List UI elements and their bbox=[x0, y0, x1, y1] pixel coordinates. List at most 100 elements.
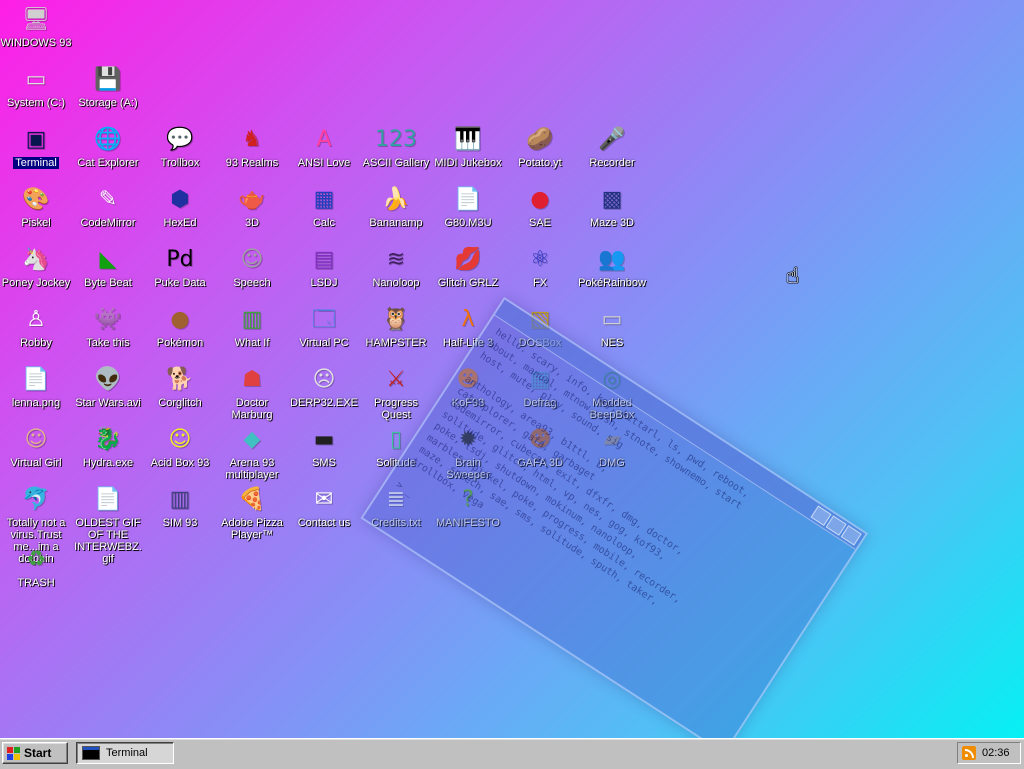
trash-icon[interactable]: ♻ TRASH bbox=[0, 544, 72, 589]
taskbar: Start Terminal 02:36 bbox=[0, 738, 1024, 769]
potato-yt-icon[interactable]: 🥔 Potato.yt bbox=[504, 124, 576, 169]
desktop-icon-label: SIM 93 bbox=[162, 517, 198, 529]
byte-beat-glyph-icon: ◣ bbox=[99, 247, 117, 272]
pokemon-glyph-icon: ● bbox=[170, 307, 190, 332]
piskel-icon[interactable]: 🎨 Piskel bbox=[0, 184, 72, 229]
desktop-icon-label: Virtual PC bbox=[299, 337, 349, 349]
adobe-pizza-player-icon[interactable]: 🍕 Adobe Pizza Player™ bbox=[216, 484, 288, 541]
fx-icon[interactable]: ⚛ FX bbox=[504, 244, 576, 289]
system-c-icon[interactable]: ▭ System (C:) bbox=[0, 64, 72, 109]
sms-icon[interactable]: ▬ SMS bbox=[288, 424, 360, 469]
desktop-icon-label: Acid Box 93 bbox=[150, 457, 210, 469]
ansi-love-icon[interactable]: A ANSI Love bbox=[288, 124, 360, 169]
byte-beat-icon[interactable]: ◣ Byte Beat bbox=[72, 244, 144, 289]
desktop-icon-label: What If bbox=[234, 337, 270, 349]
93-realms-icon[interactable]: ♞ 93 Realms bbox=[216, 124, 288, 169]
terminal-glyph-icon: ▣ bbox=[25, 127, 47, 152]
contact-us-icon[interactable]: ✉ Contact us bbox=[288, 484, 360, 529]
puke-data-icon[interactable]: Pd Puke Data bbox=[144, 244, 216, 289]
sae-icon[interactable]: ● SAE bbox=[504, 184, 576, 229]
start-button[interactable]: Start bbox=[2, 742, 68, 764]
hampster-icon[interactable]: 🦉 HAMPSTER bbox=[360, 304, 432, 349]
nanoloop-icon[interactable]: ≋ Nanoloop bbox=[360, 244, 432, 289]
derp32-exe-glyph-icon: ☹ bbox=[312, 367, 336, 392]
midi-jukebox-icon[interactable]: 🎹 MIDI Jukebox bbox=[432, 124, 504, 169]
desktop-icon-label: TRASH bbox=[17, 577, 55, 589]
cat-explorer-glyph-icon: 🌐 bbox=[94, 127, 122, 152]
glitch-grlz-icon[interactable]: 💋 Glitch GRLZ bbox=[432, 244, 504, 289]
recorder-glyph-icon: 🎤 bbox=[598, 127, 626, 152]
arena-93-icon[interactable]: ◆ Arena 93 multiplayer bbox=[216, 424, 288, 481]
desktop-icon-label: SAE bbox=[528, 217, 551, 229]
trollbox-glyph-icon: 💬 bbox=[166, 127, 194, 152]
doctor-marburg-icon[interactable]: ☗ Doctor Marburg bbox=[216, 364, 288, 421]
storage-a-icon[interactable]: 💾 Storage (A:) bbox=[72, 64, 144, 109]
speech-icon[interactable]: ☺ Speech bbox=[216, 244, 288, 289]
ansi-love-glyph-icon: A bbox=[316, 127, 332, 152]
g80-m3u-icon[interactable]: 📄 G80.M3U bbox=[432, 184, 504, 229]
terminal-icon[interactable]: ▣ Terminal bbox=[0, 124, 72, 169]
3d-icon[interactable]: 🫖 3D bbox=[216, 184, 288, 229]
desktop-icon-label: Arena 93 multiplayer bbox=[225, 457, 279, 481]
desktop-icon-label: System (C:) bbox=[6, 97, 66, 109]
desktop-icon-label: Progress Quest bbox=[373, 397, 419, 421]
desktop-icon-label: Poney Jockey bbox=[1, 277, 71, 289]
calc-glyph-icon: ▦ bbox=[313, 187, 335, 212]
virtual-pc-icon[interactable]: 🗔 Virtual PC bbox=[288, 304, 360, 349]
robby-icon[interactable]: ♙ Robby bbox=[0, 304, 72, 349]
star-wars-avi-icon[interactable]: 👽 Star Wars.avi bbox=[72, 364, 144, 409]
trash-glyph-icon: ♻ bbox=[26, 547, 46, 572]
sim93-icon[interactable]: ▥ SIM 93 bbox=[144, 484, 216, 529]
pokerainbow-icon[interactable]: 👥 PokéRainbow bbox=[576, 244, 648, 289]
hydra-exe-icon[interactable]: 🐉 Hydra.exe bbox=[72, 424, 144, 469]
mouse-cursor-icon: ☝ bbox=[786, 264, 800, 289]
hydra-exe-glyph-icon: 🐉 bbox=[94, 427, 122, 452]
what-if-icon[interactable]: ▥ What If bbox=[216, 304, 288, 349]
lenna-png-icon[interactable]: 📄 lenna.png bbox=[0, 364, 72, 409]
virtual-girl-glyph-icon: ☺ bbox=[24, 427, 48, 452]
taskbar-item-terminal[interactable]: Terminal bbox=[76, 742, 174, 764]
take-this-icon[interactable]: 👾 Take this bbox=[72, 304, 144, 349]
desktop-icon-label: Nanoloop bbox=[372, 277, 420, 289]
oldest-gif-icon[interactable]: 📄 OLDEST GIF OF THE INTERWEBZ.gif bbox=[72, 484, 144, 565]
desktop-icon-label: Star Wars.avi bbox=[75, 397, 141, 409]
desktop-icon-label: Glitch GRLZ bbox=[437, 277, 499, 289]
maze-3d-glyph-icon: ▩ bbox=[601, 187, 623, 212]
desktop-icon-label: Speech bbox=[233, 277, 271, 289]
rss-icon[interactable] bbox=[962, 746, 976, 760]
calc-icon[interactable]: ▦ Calc bbox=[288, 184, 360, 229]
desktop-icon-label: Adobe Pizza Player™ bbox=[221, 517, 283, 541]
derp32-exe-icon[interactable]: ☹ DERP32.EXE bbox=[288, 364, 360, 409]
nes-icon[interactable]: ▭ NES bbox=[576, 304, 648, 349]
desktop-icon-label: CodeMirror bbox=[80, 217, 136, 229]
oldest-gif-glyph-icon: 📄 bbox=[94, 487, 122, 512]
virtual-girl-icon[interactable]: ☺ Virtual Girl bbox=[0, 424, 72, 469]
poney-jockey-icon[interactable]: 🦄 Poney Jockey bbox=[0, 244, 72, 289]
maze-3d-icon[interactable]: ▩ Maze 3D bbox=[576, 184, 648, 229]
pokemon-icon[interactable]: ● Pokémon bbox=[144, 304, 216, 349]
hampster-glyph-icon: 🦉 bbox=[382, 307, 410, 332]
trollbox-icon[interactable]: 💬 Trollbox bbox=[144, 124, 216, 169]
start-label: Start bbox=[24, 746, 52, 760]
acid-box-93-icon[interactable]: ☺ Acid Box 93 bbox=[144, 424, 216, 469]
storage-a-glyph-icon: 💾 bbox=[94, 67, 122, 92]
windows-logo-icon bbox=[7, 746, 20, 760]
what-if-glyph-icon: ▥ bbox=[241, 307, 263, 332]
desktop-icon-label: SMS bbox=[312, 457, 336, 469]
lsdj-icon[interactable]: ▤ LSDJ bbox=[288, 244, 360, 289]
bananamp-icon[interactable]: 🍌 Bananamp bbox=[360, 184, 432, 229]
windows93-icon[interactable]: 🖥 WINDOWS 93 bbox=[0, 4, 72, 49]
cat-explorer-icon[interactable]: 🌐 Cat Explorer bbox=[72, 124, 144, 169]
hexed-icon[interactable]: ⬢ HexEd bbox=[144, 184, 216, 229]
speech-glyph-icon: ☺ bbox=[240, 247, 264, 272]
ascii-gallery-icon[interactable]: 123 ASCII Gallery bbox=[360, 124, 432, 169]
sms-glyph-icon: ▬ bbox=[313, 427, 335, 452]
half-life-3-glyph-icon: λ bbox=[461, 307, 475, 332]
recorder-icon[interactable]: 🎤 Recorder bbox=[576, 124, 648, 169]
progress-quest-glyph-icon: ⚔ bbox=[386, 367, 406, 392]
desktop-icon-label: G80.M3U bbox=[444, 217, 492, 229]
codemirror-icon[interactable]: ✎ CodeMirror bbox=[72, 184, 144, 229]
progress-quest-icon[interactable]: ⚔ Progress Quest bbox=[360, 364, 432, 421]
star-wars-avi-glyph-icon: 👽 bbox=[94, 367, 122, 392]
corglitch-icon[interactable]: 🐕 Corglitch bbox=[144, 364, 216, 409]
